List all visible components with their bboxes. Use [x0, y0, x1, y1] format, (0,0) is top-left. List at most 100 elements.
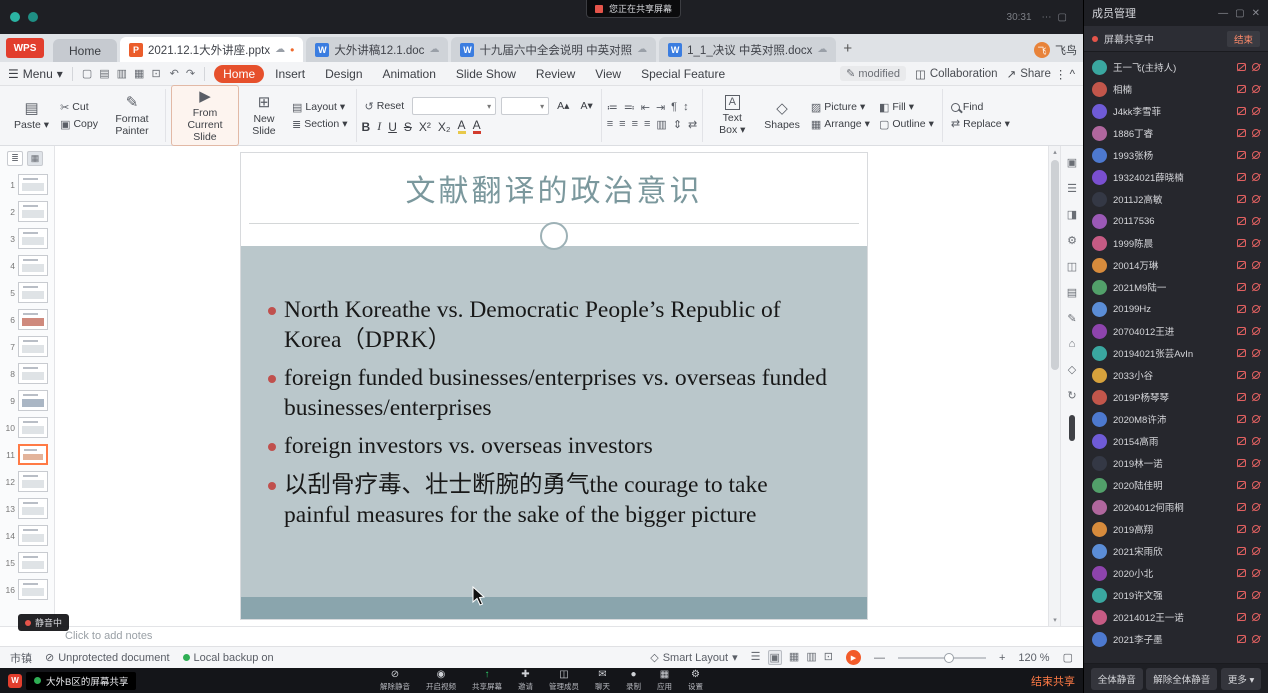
member-row[interactable]: 王一飞(主持人) [1084, 56, 1268, 78]
side-panel-icon[interactable]: ▤ [1067, 286, 1077, 299]
wps-logo[interactable]: WPS [6, 38, 44, 58]
mic-off-icon[interactable] [1252, 569, 1260, 577]
zoom-out-button[interactable]: — [874, 652, 885, 664]
alignment-tool-icon[interactable]: ≡ [644, 118, 650, 131]
maximize-panel-icon[interactable]: ▢ [1235, 8, 1244, 19]
member-row[interactable]: 2020M8许沛 [1084, 408, 1268, 430]
mic-off-icon[interactable] [1252, 547, 1260, 555]
mic-off-icon[interactable] [1252, 261, 1260, 269]
picture-button[interactable]: ▨Picture ▾ [808, 101, 873, 114]
mic-off-icon[interactable] [1252, 217, 1260, 225]
mic-off-icon[interactable] [1252, 525, 1260, 533]
view-mode-icon[interactable]: ▦ [789, 650, 799, 665]
font-color-button[interactable]: A [473, 119, 481, 134]
ribbon-tab[interactable]: Home [214, 65, 264, 83]
slide-thumbnail[interactable]: 4 [0, 252, 54, 279]
document-tab[interactable]: W 大外讲稿12.1.doc ☁ • [306, 37, 448, 62]
paste-button[interactable]: ▤ Paste ▾ [9, 98, 54, 133]
slide-title[interactable]: 文献翻译的政治意识 [406, 166, 703, 210]
slide-thumbnail[interactable]: 1 [0, 171, 54, 198]
reset-button[interactable]: ↺Reset [362, 100, 408, 113]
side-panel-icon[interactable]: ◨ [1067, 208, 1077, 221]
document-tab[interactable]: W 十九届六中全会说明 中英对照 ☁ • [451, 37, 656, 62]
minimize-panel-icon[interactable]: — [1218, 8, 1228, 19]
mic-off-icon[interactable] [1252, 481, 1260, 489]
mic-off-icon[interactable] [1252, 107, 1260, 115]
redo-icon[interactable]: ↷ [186, 67, 195, 80]
camera-off-icon[interactable] [1237, 63, 1246, 71]
camera-off-icon[interactable] [1237, 459, 1246, 467]
camera-off-icon[interactable] [1237, 525, 1246, 533]
smart-layout-button[interactable]: ◇ Smart Layout ▾ [650, 651, 737, 664]
font-family-select[interactable]: ▾ [412, 97, 496, 115]
mic-off-icon[interactable] [1252, 635, 1260, 643]
alignment-tool-icon[interactable]: ▥ [656, 118, 666, 131]
user-account[interactable]: 飞 飞鸟 [1034, 42, 1077, 58]
slide-thumbnail[interactable]: 3 [0, 225, 54, 252]
mic-off-icon[interactable] [1252, 239, 1260, 247]
slide-thumbnail[interactable]: 10 [0, 414, 54, 441]
slide-thumbnail[interactable]: 6 [0, 306, 54, 333]
scrollbar-thumb[interactable] [1051, 160, 1059, 370]
mic-off-icon[interactable] [1252, 327, 1260, 335]
camera-off-icon[interactable] [1237, 107, 1246, 115]
taskbar-app-icon[interactable]: W [8, 674, 22, 688]
meeting-control-button[interactable]: ▦ 应用 [657, 670, 672, 691]
replace-button[interactable]: ⇄Replace ▾ [948, 117, 1013, 130]
arrange-button[interactable]: ▦Arrange ▾ [808, 118, 873, 131]
layout-button[interactable]: ▤Layout ▾ [289, 101, 351, 114]
format-painter-button[interactable]: ✎ Format Painter [104, 92, 160, 139]
camera-off-icon[interactable] [1237, 283, 1246, 291]
panel-footer-button[interactable]: 更多 ▾ [1221, 668, 1261, 690]
mic-off-icon[interactable] [1252, 415, 1260, 423]
zoom-slider-knob[interactable] [944, 653, 954, 663]
zoom-value[interactable]: 120 % [1018, 652, 1049, 664]
mic-off-icon[interactable] [1252, 85, 1260, 93]
more-icon[interactable]: ⋯ [1042, 12, 1052, 23]
member-list[interactable]: 王一飞(主持人) 相楠 J4kk李雪菲 1886丁睿 [1084, 52, 1268, 663]
slide-thumbnail[interactable]: 2 [0, 198, 54, 225]
copy-button[interactable]: ▣Copy [57, 118, 101, 131]
camera-off-icon[interactable] [1237, 415, 1246, 423]
alignment-tool-icon[interactable]: ≡ [619, 118, 625, 131]
camera-off-icon[interactable] [1237, 151, 1246, 159]
member-row[interactable]: 20204012何雨桐 [1084, 496, 1268, 518]
menu-button[interactable]: ☰ Menu ▾ [8, 67, 63, 81]
notes-bar[interactable]: Click to add notes [0, 626, 1083, 646]
camera-off-icon[interactable] [1237, 393, 1246, 401]
panel-footer-button[interactable]: 全体静音 [1091, 668, 1143, 690]
ribbon-tab[interactable]: Special Feature [632, 65, 734, 83]
zoom-in-button[interactable]: + [999, 652, 1005, 664]
slide-thumbnail[interactable]: 7 [0, 333, 54, 360]
panel-footer-button[interactable]: 解除全体静音 [1146, 668, 1217, 690]
camera-off-icon[interactable] [1237, 635, 1246, 643]
slide-bullet[interactable]: 以刮骨疗毒、壮士断腕的勇气the courage to take painful… [267, 471, 829, 530]
camera-off-icon[interactable] [1237, 349, 1246, 357]
mic-off-icon[interactable] [1252, 371, 1260, 379]
view-mode-icon[interactable]: ▣ [768, 650, 782, 665]
ribbon-tab[interactable]: Slide Show [447, 65, 525, 83]
member-row[interactable]: 2021M9陆一 [1084, 276, 1268, 298]
meeting-control-button[interactable]: ↑ 共享屏幕 [472, 670, 502, 691]
find-button[interactable]: Find [948, 101, 1013, 113]
member-row[interactable]: 2020陆佳明 [1084, 474, 1268, 496]
view-mode-icon[interactable]: ⊡ [824, 650, 833, 665]
slide-bullet[interactable]: foreign investors vs. overseas investors [267, 432, 829, 462]
paragraph-tool-icon[interactable]: ¶ [671, 101, 677, 114]
home-launcher-tab[interactable]: Home [53, 39, 117, 62]
slide-thumbnail[interactable]: 8 [0, 360, 54, 387]
camera-off-icon[interactable] [1237, 305, 1246, 313]
mic-off-icon[interactable] [1252, 129, 1260, 137]
side-panel-icon[interactable]: ☰ [1067, 182, 1077, 195]
member-row[interactable]: 2019许文强 [1084, 584, 1268, 606]
member-row[interactable]: 2021李子墨 [1084, 628, 1268, 650]
side-panel-icon[interactable]: ✎ [1067, 312, 1076, 325]
meeting-control-button[interactable]: ◉ 开启视频 [426, 670, 456, 691]
member-row[interactable]: 19324021薛晓楠 [1084, 166, 1268, 188]
canvas-scrollbar[interactable]: ▴ ▾ [1048, 146, 1060, 626]
alignment-tool-icon[interactable]: ≡ [607, 118, 613, 131]
alignment-tool-icon[interactable]: ⇄ [688, 118, 697, 131]
member-row[interactable]: 1886丁睿 [1084, 122, 1268, 144]
italic-button[interactable]: I [377, 119, 381, 134]
mic-off-icon[interactable] [1252, 503, 1260, 511]
